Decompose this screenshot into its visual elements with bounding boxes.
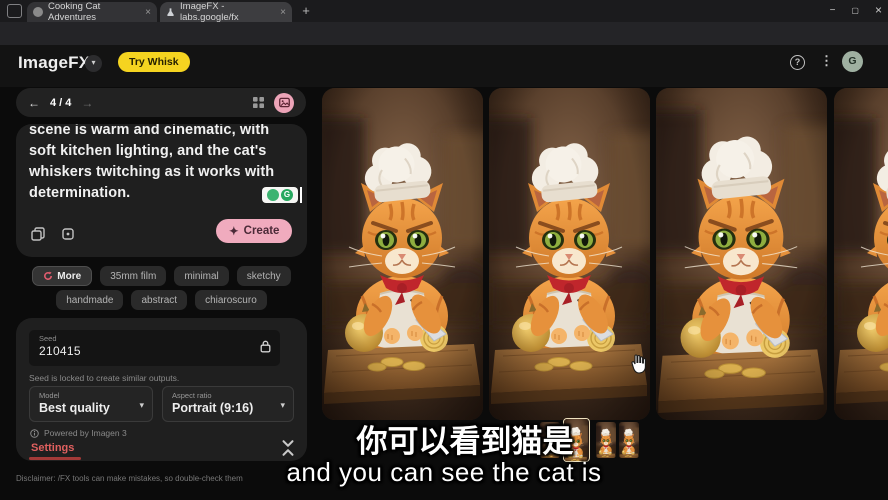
create-button[interactable]: ✦ Create [216,219,292,243]
more-chip[interactable]: More [32,266,92,286]
create-label: Create [244,225,280,237]
browser-toolbar: ← → ⟳ https://labs.google/fx/tools/image… [0,22,888,45]
new-tab-button[interactable]: + [298,3,314,19]
aspect-ratio-value: Portrait (9:16) [172,401,284,415]
browser-tab-2[interactable]: ImageFX - labs.google/fx × [160,2,292,22]
lock-icon[interactable] [260,340,271,353]
grammarly-check-icon [267,189,279,201]
powered-by-text: Powered by Imagen 3 [44,428,127,438]
model-label: Model [39,391,143,400]
prompt-actions [31,227,75,241]
pager-forward-icon[interactable]: → [81,96,93,110]
screen: Cooking Cat Adventures × ImageFX - labs.… [0,0,888,500]
aspect-ratio-label: Aspect ratio [172,391,284,400]
try-whisk-button[interactable]: Try Whisk [118,52,190,72]
kebab-menu-icon[interactable]: ⋮ [820,53,833,69]
subtitle-english: and you can see the cat is [0,457,888,488]
result-pager: ← 4 / 4 → [16,88,306,117]
generated-image-3[interactable] [656,88,827,420]
sparkle-icon: ✦ [229,224,239,238]
hand-cursor-icon [627,352,651,376]
browser-tab-1[interactable]: Cooking Cat Adventures × [27,2,157,22]
model-select[interactable]: Model Best quality ▾ [29,386,153,422]
powered-by: Powered by Imagen 3 [30,428,127,438]
grid-view-icon[interactable] [253,97,264,108]
subtitle-chinese: 你可以看到猫是 [330,416,600,461]
tab1-title: Cooking Cat Adventures [48,1,140,23]
chevron-down-icon: ▾ [139,400,144,411]
refresh-icon [43,271,53,281]
style-chip[interactable]: 35mm film [100,266,166,286]
window-controls: − ▢ × [830,0,882,20]
pager-back-icon[interactable]: ← [28,96,40,110]
maximize-button[interactable]: ▢ [851,6,859,15]
model-value: Best quality [39,401,143,415]
prompt-textarea[interactable]: scene is warm and cinematic, with soft k… [29,124,294,204]
style-chip[interactable]: chiaroscuro [195,290,267,310]
chevron-down-icon: ▾ [91,58,95,67]
tab2-flask-favicon [166,7,175,17]
tab2-title: ImageFX - labs.google/fx [180,1,275,23]
settings-card: Seed 210415 Seed is locked to create sim… [16,318,307,461]
cat-chef-image [322,88,483,420]
style-chip[interactable]: handmade [56,290,123,310]
tab2-close-icon[interactable]: × [280,7,286,18]
image-icon [279,97,290,108]
seed-value[interactable]: 210415 [39,344,270,358]
collapse-icon[interactable] [279,439,297,457]
generated-image-4-partial[interactable] [834,88,888,420]
seed-field[interactable]: Seed 210415 [29,330,280,366]
style-chip[interactable]: abstract [131,290,187,310]
browser-tab-strip: Cooking Cat Adventures × ImageFX - labs.… [0,0,888,22]
grammarly-g-icon: G [281,189,293,201]
tab1-close-icon[interactable]: × [145,7,151,18]
cat-chef-image [489,88,650,420]
copy-icon[interactable] [31,227,45,241]
pager-indicator: 4 / 4 [50,97,71,109]
minimize-button[interactable]: − [830,5,836,16]
aspect-ratio-select[interactable]: Aspect ratio Portrait (9:16) ▾ [162,386,294,422]
info-icon [30,429,39,438]
cat-chef-image [834,88,888,420]
close-window-button[interactable]: × [875,3,882,17]
thumbnail-4[interactable] [619,422,639,458]
account-avatar[interactable]: G [842,51,863,72]
generated-image-1[interactable] [322,88,483,420]
seed-helper-text: Seed is locked to create similar outputs… [29,373,294,383]
style-chip[interactable]: sketchy [237,266,291,286]
app-title: ImageFX [18,53,90,73]
tab1-favicon [33,7,43,17]
text-cursor [300,187,302,203]
grammarly-widget[interactable]: G [262,187,298,203]
chevron-down-icon: ▾ [280,400,285,411]
image-mode-button[interactable] [274,93,294,113]
help-icon[interactable]: ? [790,55,805,70]
chip-row-2: handmade abstract chiaroscuro [16,290,307,310]
title-dropdown-button[interactable]: ▾ [85,55,102,72]
style-chip[interactable]: minimal [174,266,228,286]
tab-settings[interactable]: Settings [31,442,74,454]
seed-label: Seed [39,334,270,343]
more-chip-label: More [57,271,81,282]
generated-image-2[interactable] [489,88,650,420]
chip-row-1: More 35mm film minimal sketchy [16,266,307,286]
dice-icon[interactable] [61,227,75,241]
cat-chef-image [656,88,827,420]
tab-search-icon[interactable] [7,4,22,18]
